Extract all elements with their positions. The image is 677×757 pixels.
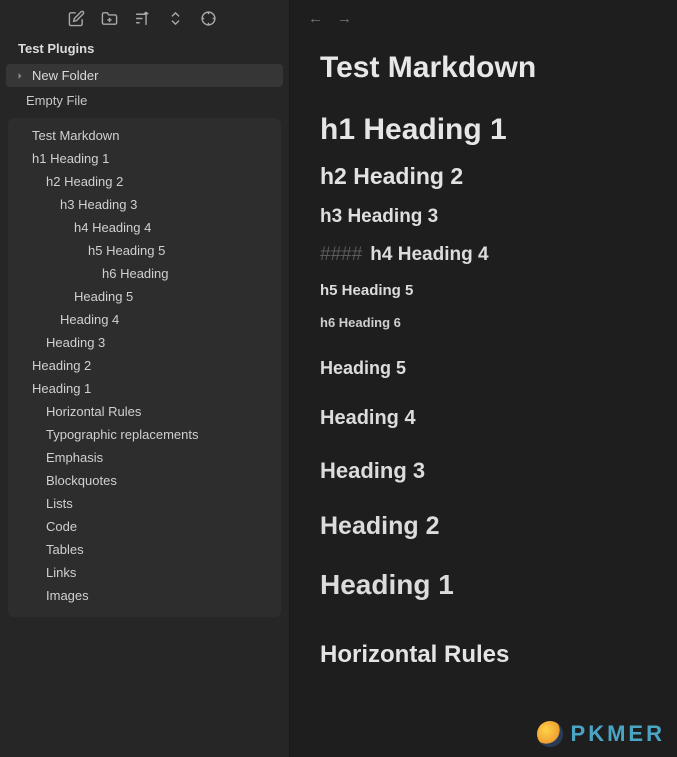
watermark-text: PKMER xyxy=(571,721,665,747)
folder-row[interactable]: New Folder xyxy=(6,64,283,87)
vault-title[interactable]: Test Plugins xyxy=(0,37,289,62)
outline-item[interactable]: Heading 3 xyxy=(12,331,277,354)
new-note-icon[interactable] xyxy=(68,10,85,27)
chevron-right-icon xyxy=(14,70,26,82)
nav-back-icon[interactable]: ← xyxy=(308,10,323,27)
collapse-icon[interactable] xyxy=(167,10,184,27)
outline-item[interactable]: h3 Heading 3 xyxy=(12,193,277,216)
outline-item[interactable]: Tables xyxy=(12,538,277,561)
outline-item[interactable]: h1 Heading 1 xyxy=(12,147,277,170)
watermark: PKMER xyxy=(537,721,665,747)
outline-item[interactable]: Typographic replacements xyxy=(12,423,277,446)
heading-h4: #### h4 Heading 4 xyxy=(320,244,647,266)
new-folder-icon[interactable] xyxy=(101,10,118,27)
section-horizontal-rules: Horizontal Rules xyxy=(320,641,647,669)
outline-item[interactable]: h4 Heading 4 xyxy=(12,216,277,239)
crosshair-icon[interactable] xyxy=(200,10,217,27)
outline-item[interactable]: Emphasis xyxy=(12,446,277,469)
pkmer-logo-icon xyxy=(537,721,563,747)
outline-title[interactable]: Test Markdown xyxy=(12,124,277,147)
outline-item[interactable]: Links xyxy=(12,561,277,584)
main-pane: ← → Test Markdown h1 Heading 1 h2 Headin… xyxy=(290,0,677,757)
outline-item[interactable]: Images xyxy=(12,584,277,607)
sort-icon[interactable] xyxy=(134,10,151,27)
section-heading-4: Heading 4 xyxy=(320,407,647,430)
heading-h2: h2 Heading 2 xyxy=(320,163,647,190)
outline-item[interactable]: Heading 1 xyxy=(12,377,277,400)
heading-h1: h1 Heading 1 xyxy=(320,113,647,147)
outline-item[interactable]: Heading 5 xyxy=(12,285,277,308)
page-title: Test Markdown xyxy=(320,51,647,85)
outline-item[interactable]: Blockquotes xyxy=(12,469,277,492)
outline-item[interactable]: h2 Heading 2 xyxy=(12,170,277,193)
section-heading-1: Heading 1 xyxy=(320,569,647,601)
outline-item[interactable]: h5 Heading 5 xyxy=(12,239,277,262)
heading-h5: h5 Heading 5 xyxy=(320,282,647,299)
outline-panel: Test Markdown h1 Heading 1h2 Heading 2h3… xyxy=(8,118,281,617)
section-heading-5: Heading 5 xyxy=(320,358,647,379)
main-nav: ← → xyxy=(290,0,677,37)
outline-item[interactable]: Code xyxy=(12,515,277,538)
section-heading-2: Heading 2 xyxy=(320,512,647,541)
outline-item[interactable]: Heading 2 xyxy=(12,354,277,377)
outline-item[interactable]: Lists xyxy=(12,492,277,515)
file-row[interactable]: Empty File xyxy=(0,89,289,112)
outline-item[interactable]: Horizontal Rules xyxy=(12,400,277,423)
document-content: Test Markdown h1 Heading 1 h2 Heading 2 … xyxy=(290,37,677,669)
heading-h6: h6 Heading 6 xyxy=(320,315,647,330)
folder-name: New Folder xyxy=(32,68,98,83)
outline-item[interactable]: Heading 4 xyxy=(12,308,277,331)
outline-item[interactable]: h6 Heading xyxy=(12,262,277,285)
section-heading-3: Heading 3 xyxy=(320,458,647,484)
h4-hashes: #### xyxy=(320,244,362,266)
h4-text: h4 Heading 4 xyxy=(370,244,488,266)
nav-forward-icon[interactable]: → xyxy=(337,10,352,27)
sidebar: Test Plugins New Folder Empty File Test … xyxy=(0,0,290,757)
heading-h3: h3 Heading 3 xyxy=(320,206,647,228)
toolbar xyxy=(0,0,289,37)
